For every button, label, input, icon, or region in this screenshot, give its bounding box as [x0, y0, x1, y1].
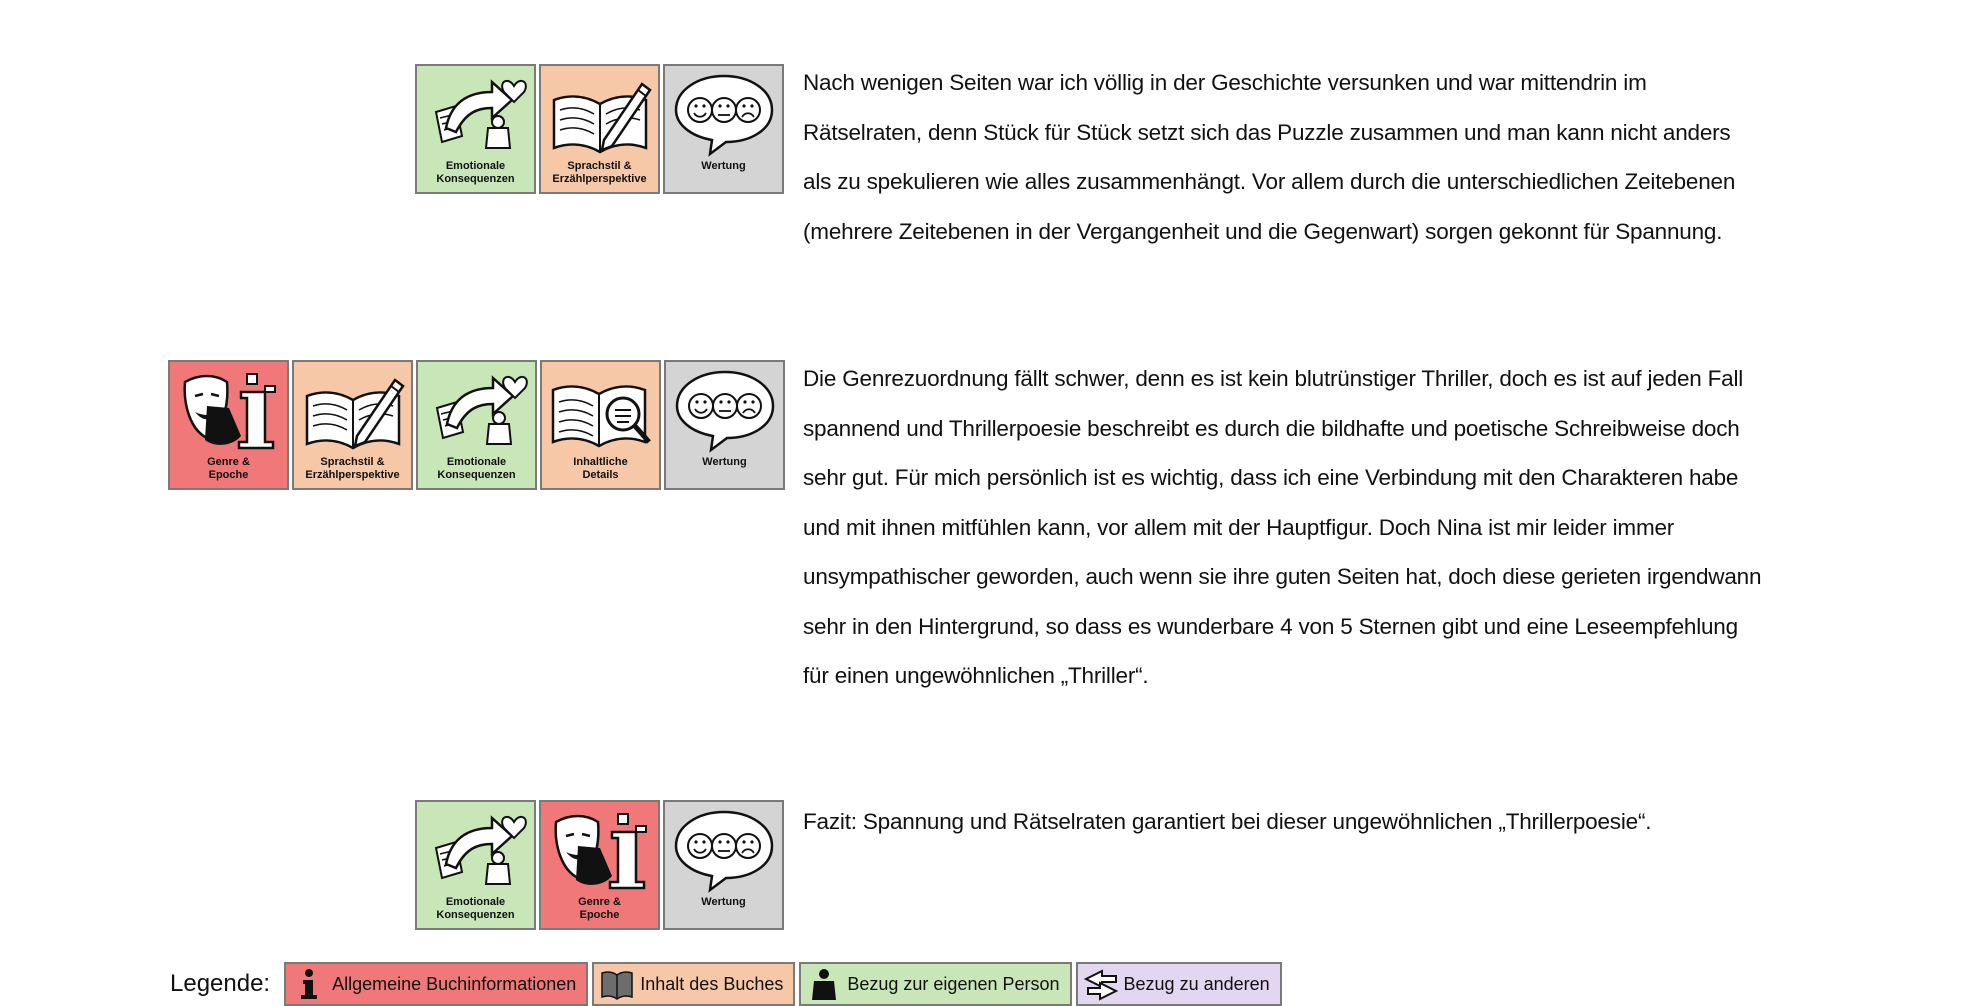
genre-epoch-tile: Genre & Epoche — [539, 800, 660, 930]
tile-label: Wertung — [701, 160, 746, 172]
emotional-consequences-tile: Emotionale Konsequenzen — [415, 64, 536, 194]
language-style-tile: Sprachstil & Erzählperspektive — [292, 360, 413, 490]
person-icon — [807, 967, 841, 1001]
emotion-arrow-icon — [423, 366, 531, 454]
paragraph-text: Nach wenigen Seiten war ich völlig in de… — [803, 70, 1736, 244]
legend-title: Legende: — [170, 970, 271, 997]
genre-epoch-tile: Genre & Epoche — [168, 360, 289, 490]
tile-label: Sprachstil & Erzählperspektive — [552, 160, 647, 185]
book-icon — [600, 967, 634, 1001]
theater-mask-info-icon — [546, 806, 654, 894]
legend-label: Allgemeine Buchinformationen — [332, 973, 577, 994]
legend-label: Inhalt des Buches — [640, 973, 784, 994]
legend-label: Bezug zur eigenen Person — [847, 973, 1060, 994]
book-pen-icon — [299, 366, 407, 454]
tile-label: Emotionale Konsequenzen — [436, 896, 515, 921]
book-pen-icon — [546, 70, 654, 158]
tile-label: Wertung — [701, 896, 746, 908]
rating-tile: Wertung — [663, 800, 784, 930]
legend: Legende: Allgemeine Buchinformationen In… — [170, 962, 1282, 1006]
info-icon — [292, 967, 326, 1001]
theater-mask-info-icon — [175, 366, 283, 454]
rating-tile: Wertung — [663, 64, 784, 194]
content-details-tile: Inhaltliche Details — [540, 360, 661, 490]
icon-row-3: Emotionale Konsequenzen Genre & Epoche W… — [415, 800, 784, 930]
legend-label: Bezug zu anderen — [1123, 973, 1270, 994]
language-style-tile: Sprachstil & Erzählperspektive — [539, 64, 660, 194]
emotion-arrow-icon — [422, 70, 530, 158]
paragraph-text: Die Genrezuordnung fällt schwer, denn es… — [803, 366, 1762, 688]
rating-tile: Wertung — [664, 360, 785, 490]
emotional-consequences-tile: Emotionale Konsequenzen — [416, 360, 537, 490]
tile-label: Emotionale Konsequenzen — [436, 160, 515, 185]
tile-label: Genre & Epoche — [578, 896, 621, 921]
legend-item-general-info: Allgemeine Buchinformationen — [284, 962, 589, 1006]
rating-faces-icon — [670, 806, 778, 894]
icon-row-1: Emotionale Konsequenzen Sprachstil & Erz… — [415, 64, 784, 194]
legend-item-relation-others: Bezug zu anderen — [1075, 962, 1282, 1006]
emotion-arrow-icon — [422, 806, 530, 894]
paragraph-text: Fazit: Spannung und Rätselraten garantie… — [803, 809, 1652, 834]
tile-label: Wertung — [702, 456, 747, 468]
arrows-icon — [1084, 967, 1118, 1001]
emotional-consequences-tile: Emotionale Konsequenzen — [415, 800, 536, 930]
tile-label: Sprachstil & Erzählperspektive — [305, 456, 400, 481]
tile-label: Genre & Epoche — [207, 456, 250, 481]
icon-row-2: Genre & Epoche Sprachstil & Erzählperspe… — [168, 360, 785, 490]
legend-item-book-content: Inhalt des Buches — [592, 962, 796, 1006]
rating-faces-icon — [670, 70, 778, 158]
rating-faces-icon — [671, 366, 779, 454]
tile-label: Inhaltliche Details — [573, 456, 628, 481]
tile-label: Emotionale Konsequenzen — [437, 456, 516, 481]
legend-item-personal-relation: Bezug zur eigenen Person — [799, 962, 1072, 1006]
book-magnifier-icon — [547, 366, 655, 454]
